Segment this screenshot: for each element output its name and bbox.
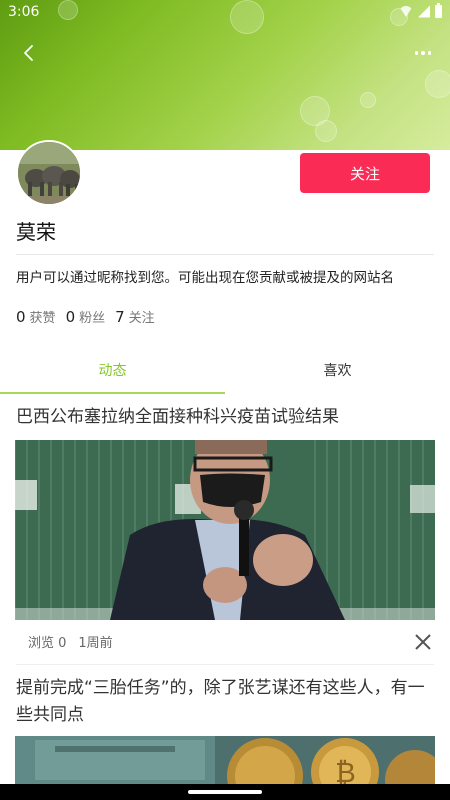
stat-following[interactable]: 7 关注 [115, 307, 155, 326]
wifi-icon [399, 6, 413, 17]
stat-label: 粉丝 [79, 311, 106, 326]
back-button[interactable] [14, 38, 44, 68]
stat-count: 7 [115, 308, 125, 326]
stat-followers[interactable]: 0 粉丝 [66, 307, 106, 326]
more-options-button[interactable] [408, 38, 438, 68]
status-time: 3:06 [8, 4, 40, 20]
stat-likes[interactable]: 0 获赞 [16, 307, 56, 326]
article-views: 浏览 0 [28, 636, 67, 651]
article-title[interactable]: 提前完成“三胎任务”的，除了张艺谋还有这些人，有一些共同点 [16, 675, 434, 729]
divider [16, 254, 434, 255]
content-tabs: 动态 喜欢 [0, 352, 450, 396]
home-gesture-handle[interactable] [188, 790, 262, 794]
follow-button[interactable]: 关注 [300, 153, 430, 193]
article-title[interactable]: 巴西公布塞拉纳全面接种科兴疫苗试验结果 [16, 404, 434, 431]
currency-bitcoin-image: ₿ [15, 736, 435, 784]
back-arrow-icon [24, 45, 33, 61]
close-icon [415, 634, 431, 650]
tab-likes[interactable]: 喜欢 [225, 352, 450, 396]
article-time: 1周前 [78, 636, 113, 651]
profile-stats: 0 获赞 0 粉丝 7 关注 [16, 307, 155, 326]
svg-text:₿: ₿ [335, 756, 356, 784]
tab-activity[interactable]: 动态 [0, 352, 225, 396]
dot-icon [421, 51, 425, 55]
banner-bubble [360, 92, 376, 108]
battery-icon [435, 3, 442, 18]
stat-label: 关注 [128, 311, 155, 326]
signal-icon [418, 5, 430, 18]
divider [16, 664, 434, 665]
stat-label: 获赞 [29, 311, 56, 326]
avatar[interactable] [16, 140, 82, 206]
article-image[interactable] [15, 440, 435, 620]
banner-bubble [425, 70, 450, 98]
dot-icon [427, 51, 432, 55]
status-bar: 3:06 [0, 0, 450, 24]
dot-icon [414, 51, 419, 55]
banner-bubble [315, 120, 337, 142]
status-icons [399, 3, 442, 18]
dismiss-article-button[interactable] [412, 631, 434, 653]
elephants-avatar-image [18, 142, 80, 204]
profile-bio: 用户可以通过昵称找到您。可能出现在您贡献或被提及的网站名 [16, 270, 394, 286]
article-meta: 浏览 0 1周前 [28, 632, 113, 651]
profile-name: 莫荣 [16, 220, 56, 244]
stat-count: 0 [16, 308, 26, 326]
stat-count: 0 [65, 308, 76, 326]
article-image[interactable]: ₿ [15, 736, 435, 784]
speaker-photo-image [15, 440, 435, 620]
